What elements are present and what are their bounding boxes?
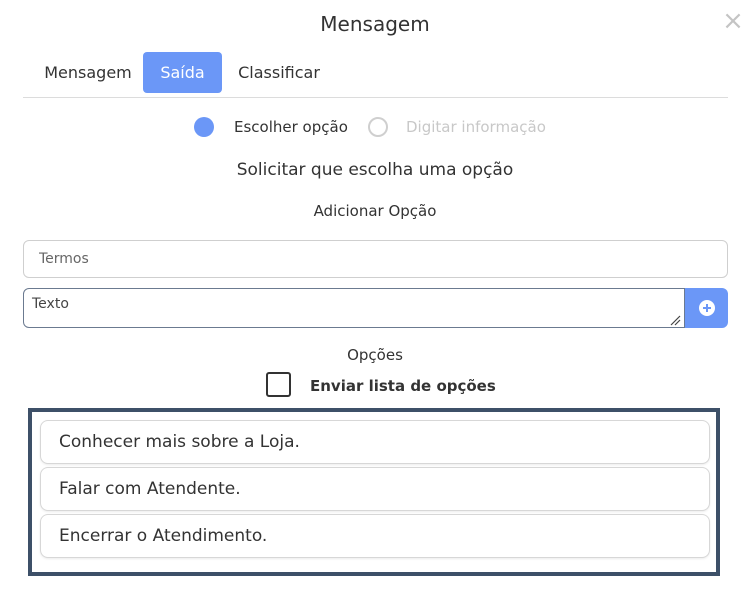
option-item[interactable]: Encerrar o Atendimento. bbox=[40, 514, 710, 558]
options-list: Conhecer mais sobre a Loja. Falar com At… bbox=[28, 408, 720, 576]
add-option-label: Adicionar Opção bbox=[313, 202, 437, 220]
add-option-button[interactable] bbox=[685, 288, 728, 328]
output-mode-radio-group: Escolher opção Digitar informação bbox=[0, 114, 750, 140]
radio-label-escolher-opcao[interactable]: Escolher opção bbox=[234, 117, 348, 137]
section-title: Solicitar que escolha uma opção bbox=[236, 160, 514, 180]
tab-saida[interactable]: Saída bbox=[143, 52, 222, 93]
text-input-group bbox=[23, 288, 728, 328]
radio-digitar-informacao[interactable] bbox=[368, 117, 388, 137]
plus-circle-icon bbox=[699, 300, 715, 316]
text-textarea[interactable] bbox=[23, 288, 685, 328]
tab-mensagem[interactable]: Mensagem bbox=[33, 52, 143, 93]
tab-classificar[interactable]: Classificar bbox=[229, 52, 329, 93]
radio-label-digitar-informacao[interactable]: Digitar informação bbox=[406, 117, 546, 137]
close-icon[interactable]: × bbox=[722, 8, 744, 34]
tab-bar: Mensagem Saída Classificar bbox=[23, 52, 728, 98]
modal-title: Mensagem bbox=[320, 12, 430, 36]
send-list-label[interactable]: Enviar lista de opções bbox=[310, 377, 496, 395]
options-label: Opções bbox=[347, 346, 403, 364]
terms-input[interactable] bbox=[23, 240, 728, 278]
radio-escolher-opcao[interactable] bbox=[194, 117, 214, 137]
resize-grip-icon[interactable] bbox=[669, 314, 681, 326]
send-list-checkbox[interactable] bbox=[266, 372, 291, 397]
option-item[interactable]: Falar com Atendente. bbox=[40, 467, 710, 511]
option-item[interactable]: Conhecer mais sobre a Loja. bbox=[40, 420, 710, 464]
